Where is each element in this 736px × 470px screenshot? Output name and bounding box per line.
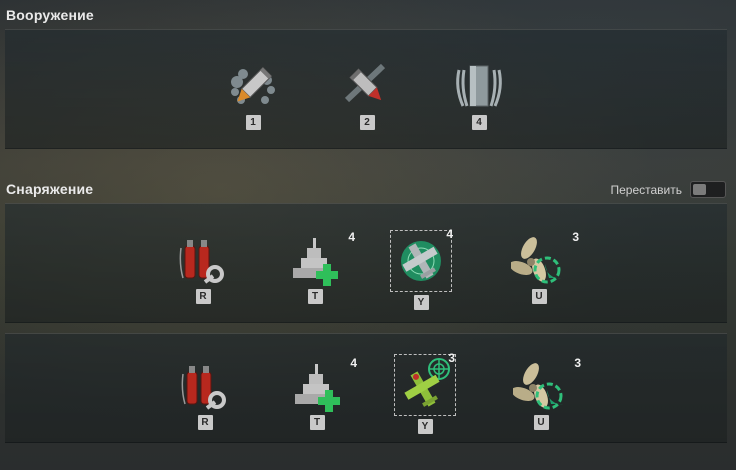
engine-boost-icon: 3 bbox=[509, 230, 579, 286]
rearrange-toggle[interactable] bbox=[690, 181, 726, 198]
repair-party-icon: 4 bbox=[289, 356, 357, 412]
consumables-row-1: R 4 T 4 Y 3 U bbox=[5, 203, 727, 323]
consumable-count-u: 3 bbox=[572, 230, 579, 244]
consumable-slot-t[interactable]: 4 T bbox=[289, 356, 357, 430]
armament-panel: 1 2 4 bbox=[5, 29, 727, 149]
consumable-count-y: 3 bbox=[448, 351, 455, 365]
armament-slot-4[interactable]: 4 bbox=[451, 60, 507, 130]
rearrange-label: Переставить bbox=[610, 182, 682, 197]
armament-key-2: 2 bbox=[359, 115, 375, 130]
spotting-aircraft-icon: 4 bbox=[390, 227, 453, 292]
torpedo-launcher-icon bbox=[451, 60, 507, 112]
armament-slot-2[interactable]: 2 bbox=[339, 60, 395, 130]
armament-key-4: 4 bbox=[471, 115, 487, 130]
consumable-key-r: R bbox=[197, 415, 213, 430]
consumables-row-2: R 4 T 3 Y 3 U bbox=[5, 333, 727, 443]
consumable-count-y: 4 bbox=[446, 227, 453, 241]
consumable-slot-u[interactable]: 3 U bbox=[509, 230, 579, 304]
damage-control-party-icon bbox=[175, 234, 231, 286]
rearrange-toggle-group: Переставить bbox=[610, 181, 726, 198]
consumable-key-y: Y bbox=[417, 419, 433, 434]
consumable-key-u: U bbox=[531, 289, 547, 304]
consumable-count-u: 3 bbox=[574, 356, 581, 370]
catapult-fighter-icon: 3 bbox=[394, 351, 456, 416]
armament-slot-1[interactable]: 1 bbox=[225, 60, 281, 130]
consumable-slot-t[interactable]: 4 T bbox=[287, 230, 355, 304]
repair-party-icon: 4 bbox=[287, 230, 355, 286]
he-shell-icon bbox=[225, 60, 281, 112]
consumable-slot-r[interactable]: R bbox=[177, 360, 233, 430]
toggle-knob bbox=[693, 184, 706, 195]
consumable-slot-r[interactable]: R bbox=[175, 234, 231, 304]
armament-title: Вооружение bbox=[6, 7, 94, 23]
consumable-key-t: T bbox=[307, 289, 323, 304]
consumable-count-t: 4 bbox=[350, 356, 357, 370]
consumables-title: Снаряжение bbox=[6, 181, 94, 197]
consumable-slot-y[interactable]: 3 Y bbox=[394, 351, 456, 434]
ap-shell-icon bbox=[339, 60, 395, 112]
consumable-slot-y[interactable]: 4 Y bbox=[390, 227, 453, 310]
consumable-key-u: U bbox=[533, 415, 549, 430]
engine-boost-icon: 3 bbox=[511, 356, 581, 412]
consumable-key-r: R bbox=[195, 289, 211, 304]
consumable-key-t: T bbox=[309, 415, 325, 430]
consumable-count-t: 4 bbox=[348, 230, 355, 244]
armament-key-1: 1 bbox=[245, 115, 261, 130]
damage-control-party-icon bbox=[177, 360, 233, 412]
consumable-slot-u[interactable]: 3 U bbox=[511, 356, 581, 430]
consumable-key-y: Y bbox=[413, 295, 429, 310]
